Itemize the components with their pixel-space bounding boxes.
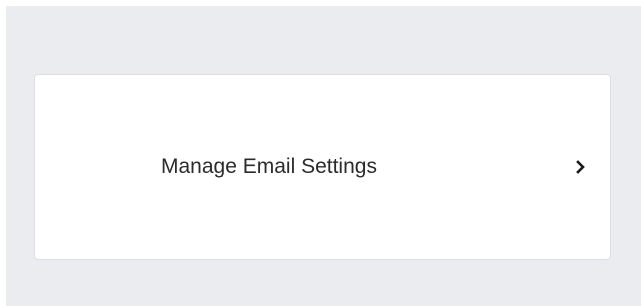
manage-email-settings-card[interactable]: Manage Email Settings: [34, 74, 611, 260]
manage-email-settings-label: Manage Email Settings: [161, 155, 377, 178]
settings-panel: Manage Email Settings: [6, 6, 641, 306]
chevron-right-icon: [575, 160, 587, 174]
